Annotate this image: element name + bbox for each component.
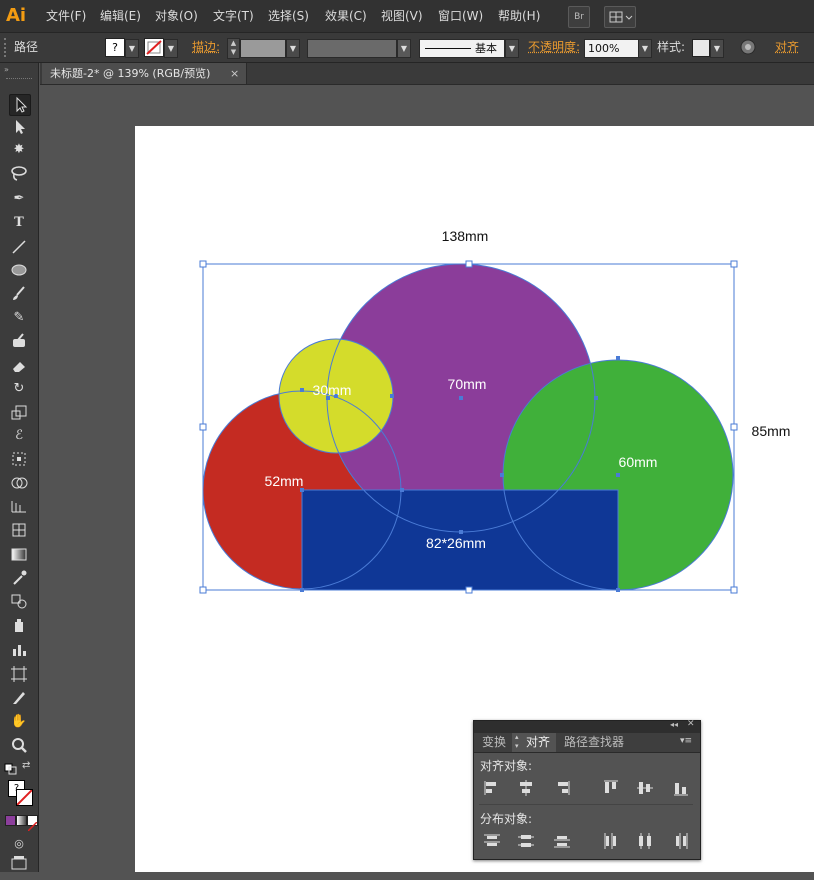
align-right-icon: [558, 781, 570, 795]
distribute-right-icon: [676, 833, 688, 849]
distribute-left-button[interactable]: [601, 831, 621, 851]
align-horizontal-center-button[interactable]: [516, 778, 536, 798]
distribute-v-center-icon: [518, 835, 534, 847]
align-vertical-center-button[interactable]: [635, 778, 655, 798]
panel-menu-icon[interactable]: ▾≡: [680, 736, 692, 746]
align-h-center-icon: [520, 780, 532, 796]
tab-align-label: 对齐: [526, 735, 551, 749]
left-circle-label: 52mm: [265, 473, 304, 489]
tab-pathfinder[interactable]: 路径查找器: [558, 733, 630, 752]
distribute-bottom-button[interactable]: [552, 831, 572, 851]
align-bottom-icon: [674, 783, 688, 796]
align-top-button[interactable]: [601, 778, 621, 798]
align-top-icon: [604, 780, 618, 793]
distribute-h-center-icon: [639, 833, 651, 849]
distribute-top-icon: [484, 834, 500, 846]
distribute-objects-label: 分布对象:: [480, 812, 533, 826]
large-circle-label: 70mm: [448, 376, 487, 392]
distribute-right-button[interactable]: [671, 831, 691, 851]
align-left-icon: [484, 781, 496, 795]
distribute-bottom-icon: [554, 836, 570, 848]
panel-title-bar[interactable]: ◂◂ ✕: [474, 719, 700, 733]
tab-align[interactable]: ▴ ▾ 对齐: [512, 733, 557, 752]
align-v-center-icon: [637, 782, 653, 794]
width-dimension-label: 138mm: [442, 228, 489, 244]
close-panel-icon[interactable]: ✕: [687, 719, 695, 729]
tab-transform[interactable]: 变换: [476, 733, 512, 752]
distribute-top-button[interactable]: [482, 831, 502, 851]
collapse-panel-icon[interactable]: ◂◂: [670, 720, 678, 729]
panel-tabs: 变换 ▴ ▾ 对齐 路径查找器 ▾≡: [474, 733, 700, 753]
distribute-left-icon: [604, 833, 616, 849]
rectangle-label: 82*26mm: [426, 535, 486, 551]
height-dimension-label: 85mm: [752, 423, 791, 439]
align-bottom-button[interactable]: [671, 778, 691, 798]
align-left-button[interactable]: [482, 778, 502, 798]
align-objects-label: 对齐对象:: [480, 759, 533, 773]
right-circle-label: 60mm: [619, 454, 658, 470]
align-panel: ◂◂ ✕ 变换 ▴ ▾ 对齐 路径查找器 ▾≡ 对齐对象: 分布对象:: [473, 719, 701, 860]
panel-divider: [479, 804, 693, 805]
distribute-vertical-center-button[interactable]: [516, 831, 536, 851]
align-right-button[interactable]: [552, 778, 572, 798]
small-circle-label: 30mm: [313, 382, 352, 398]
distribute-horizontal-center-button[interactable]: [635, 831, 655, 851]
tab-sort-icon: ▴ ▾: [515, 733, 519, 750]
